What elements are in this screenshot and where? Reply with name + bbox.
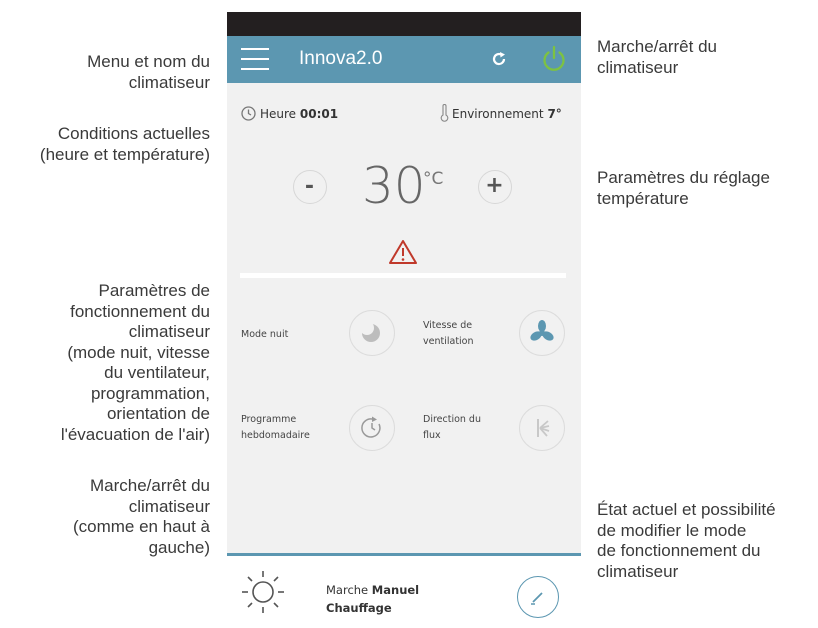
warning-icon [389,240,417,264]
fan-speed-label: Vitesse de ventilation [423,320,474,347]
time-value: 00:01 [299,107,339,121]
annotation-menu-name: Menu et nom du climatiseur [87,52,210,92]
app-title: Innova2.0 [299,48,383,69]
edit-mode-button[interactable] [517,576,559,618]
weekly-program-button[interactable] [349,405,395,451]
app-screen: Innova2.0 Heure 00:01 Environnement 7° -… [227,12,581,628]
flow-direction-button[interactable] [519,405,565,451]
decrease-temp-button[interactable]: - [293,170,327,204]
annotation-current-state: État actuel et possibilité de modifier l… [597,500,776,581]
time-display: Heure 00:01 [260,107,338,121]
fan-icon [530,320,554,341]
annotation-current-conditions: Conditions actuelles (heure et températu… [39,124,210,164]
mode-name: Chauffage [326,601,392,615]
divider [240,273,566,278]
environment-value: 7° [547,107,562,121]
status-bar [227,12,581,36]
flow-direction-icon [537,419,550,437]
mode-prefix: Marche [326,583,369,597]
temperature-value: 30 [362,157,426,215]
fan-speed-button[interactable] [519,310,565,356]
power-icon[interactable] [539,44,569,74]
menu-icon[interactable] [241,48,269,70]
annotation-power-top: Marche/arrêt du climatiseur [597,37,717,77]
flow-direction-label: Direction du flux [423,414,481,441]
annotation-power-bottom: Marche/arrêt du climatiseur (comme en ha… [72,476,210,557]
thermometer-icon [440,104,449,122]
mode-status: Marche Manuel Chauffage [326,581,419,617]
minus-label: - [304,174,315,199]
environment-label: Environnement [452,107,544,121]
temperature-unit: °C [423,169,444,189]
plus-label: + [485,173,504,198]
app-header: Innova2.0 [227,36,581,83]
environment-display: Environnement 7° [452,107,562,121]
increase-temp-button[interactable]: + [478,170,512,204]
refresh-icon[interactable] [489,49,509,69]
mode-status-bar: Marche Manuel Chauffage [227,553,581,628]
night-mode-label: Mode nuit [241,329,289,340]
sun-icon [242,571,284,613]
night-mode-button[interactable] [349,310,395,356]
temperature-control: - 30 °C + [227,157,581,227]
mode-type: Manuel [371,583,420,597]
weekly-program-label: Programme hebdomadaire [241,414,310,441]
time-label: Heure [260,107,297,121]
timer-icon [361,416,381,438]
moon-icon [360,321,380,342]
pencil-icon [531,592,543,605]
annotation-temp-settings: Paramètres du réglage température [597,168,770,208]
annotation-operation-params: Paramètres de fonctionnement du climatis… [60,281,210,444]
clock-icon [241,106,256,121]
